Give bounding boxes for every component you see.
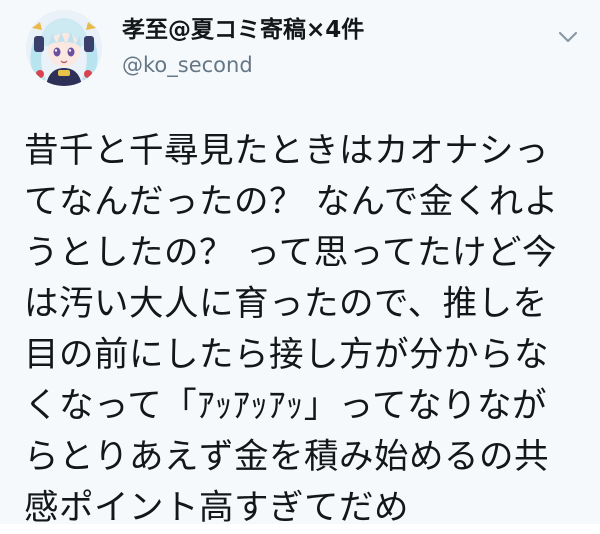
tweet-text-line: うとしたの？ って思ってたけど今 [24, 233, 558, 273]
avatar[interactable] [26, 10, 102, 86]
chevron-down-icon[interactable] [556, 28, 580, 46]
display-name[interactable]: 孝至@夏コミ寄稿×4件 [122, 16, 364, 44]
tweet-text-line: てなんだったの？ なんで金くれよ [24, 182, 559, 222]
user-handle[interactable]: @ko_second [122, 52, 253, 78]
tweet-text-line: くなって「ｱｯｱｯｱｯ」ってなりなが [24, 386, 548, 426]
anime-character-avatar-icon [26, 10, 102, 86]
tweet-card: 孝至@夏コミ寄稿×4件 @ko_second 昔千と千尋見たときはカオナシっ て… [0, 0, 600, 528]
tweet-text-line: 昔千と千尋見たときはカオナシっ [24, 131, 549, 171]
tweet-text-line: 目の前にしたら接し方が分からな [24, 335, 549, 375]
tweet-text: 昔千と千尋見たときはカオナシっ てなんだったの？ なんで金くれよ うとしたの？ … [24, 126, 584, 534]
tweet-text-line: は汚い大人に育ったので、推しを [24, 284, 548, 324]
tweet-text-line: らとりあえず金を積み始めるの共 [24, 437, 549, 477]
tweet-text-line: 感ポイント高すぎてだめ [24, 488, 409, 528]
